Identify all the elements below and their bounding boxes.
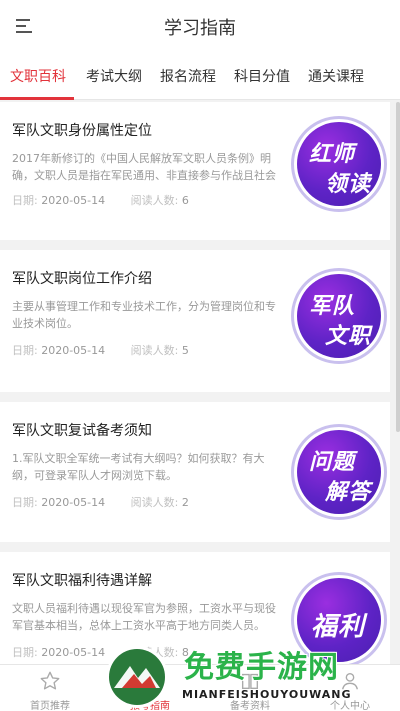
article-summary: 主要从事管理工作和专业技术工作，分为管理岗位和专业技术岗位。 [12,300,276,330]
nav-label: 首页推荐 [30,701,70,711]
tab-scores[interactable]: 科目分值 [234,66,290,86]
article-date: 2020-05-14 [41,496,106,509]
tab-encyclopedia[interactable]: 文职百科 [10,66,66,86]
reads-label: 阅读人数: [130,194,179,207]
active-tab-indicator [0,97,74,100]
article-title: 军队文职身份属性定位 [12,123,152,139]
nav-home[interactable]: 首页推荐 [0,665,100,711]
category-tabs: 文职百科 考试大纲 报名流程 科目分值 通关课程 [0,52,400,100]
badge-image: 军队 文职 [291,268,387,364]
date-label: 日期: [12,344,38,357]
tab-registration[interactable]: 报名流程 [160,66,216,86]
article-meta: 日期: 2020-05-14 阅读人数: 2 [12,494,189,510]
article-meta: 日期: 2020-05-14 阅读人数: 5 [12,342,189,358]
read-count: 2 [181,496,189,509]
date-label: 日期: [12,646,38,659]
date-label: 日期: [12,194,38,207]
watermark-logo-icon [106,646,168,708]
article-title: 军队文职岗位工作介绍 [12,271,152,287]
badge-text: 军队 [309,293,356,319]
tab-syllabus[interactable]: 考试大纲 [86,66,142,86]
tab-courses[interactable]: 通关课程 [308,66,364,86]
article-title: 军队文职福利待遇详解 [12,573,152,589]
page-title: 学习指南 [164,18,236,39]
article-summary: 2017年新修订的《中国人民解放军文职人员条例》明确，文职人员是指在军民通用、非… [12,152,276,182]
article-card[interactable]: 军队文职身份属性定位 2017年新修订的《中国人民解放军文职人员条例》明确，文职… [0,102,390,240]
badge-text: 解答 [325,479,372,505]
article-summary: 文职人员福利待遇以现役军官为参照，工资水平与现役军官基本相当，总体上工资水平高于… [12,602,276,632]
reads-label: 阅读人数: [130,344,179,357]
reads-label: 阅读人数: [130,496,179,509]
badge-image: 问题 解答 [291,424,387,520]
article-meta: 日期: 2020-05-14 阅读人数: 6 [12,192,189,208]
badge-text: 福利 [311,612,366,642]
watermark: 免费手游网 MIANFEISHOUYOUWANG [100,640,400,711]
watermark-text: 免费手游网 [184,650,339,685]
article-card[interactable]: 军队文职复试备考须知 1.军队文职全军统一考试有大纲吗？如何获取？有大纲，可登录… [0,402,390,542]
read-count: 5 [181,344,189,357]
star-icon [40,671,60,690]
date-label: 日期: [12,496,38,509]
badge-text: 问题 [309,449,356,475]
badge-text: 文职 [325,323,372,349]
article-title: 军队文职复试备考须知 [12,423,152,439]
article-summary: 1.军队文职全军统一考试有大纲吗？如何获取？有大纲，可登录军队人才网浏览下载。 [12,452,265,482]
app-header: 学习指南 [0,0,400,52]
article-date: 2020-05-14 [41,344,106,357]
article-card[interactable]: 军队文职岗位工作介绍 主要从事管理工作和专业技术工作，分为管理岗位和专业技术岗位… [0,250,390,392]
scrollbar[interactable] [396,102,400,432]
badge-text: 红师 [309,141,356,167]
read-count: 6 [181,194,189,207]
watermark-subtext: MIANFEISHOUYOUWANG [182,688,352,701]
badge-text: 领读 [325,171,372,197]
article-date: 2020-05-14 [41,194,106,207]
badge-image: 红师 领读 [291,116,387,212]
article-date: 2020-05-14 [41,646,106,659]
